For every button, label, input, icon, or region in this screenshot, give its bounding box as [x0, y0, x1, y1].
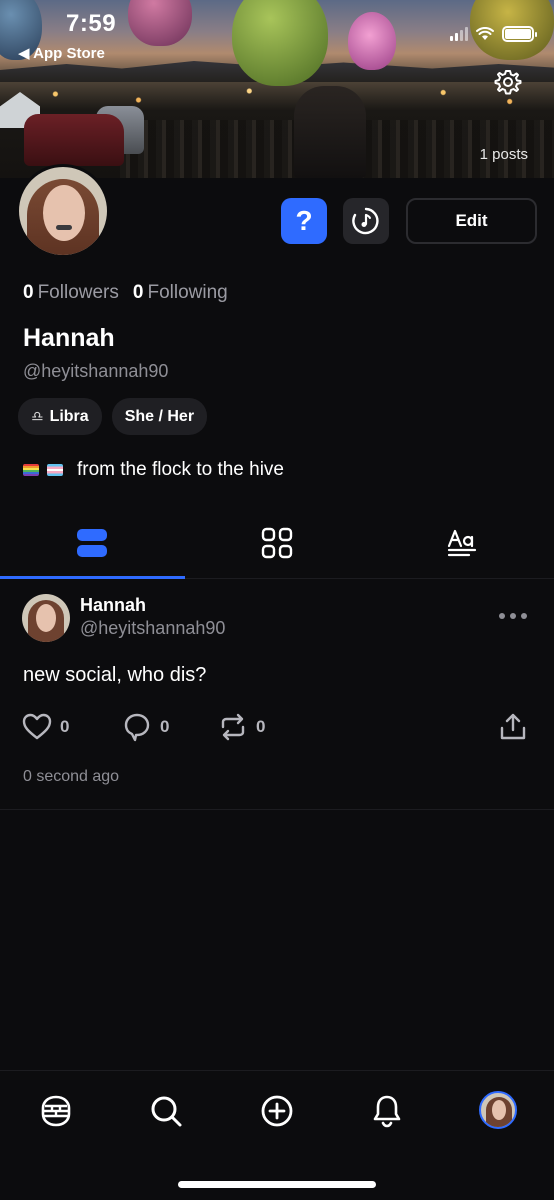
followers-link[interactable]: 0 Followers — [23, 282, 119, 304]
repost-count: 0 — [256, 717, 266, 736]
bio-text: from the flock to the hive — [77, 459, 284, 480]
feed-icon — [77, 528, 108, 557]
post-author-handle: @heyitshannah90 — [80, 618, 226, 638]
edit-profile-button[interactable]: Edit — [406, 198, 537, 244]
nav-home[interactable] — [36, 1091, 76, 1131]
profile-chips: ♎ Libra She / Her — [18, 398, 208, 435]
follow-counts: 0 Followers 0 Following — [23, 282, 228, 304]
comment-count: 0 — [160, 717, 170, 736]
profile-tabs — [0, 507, 554, 579]
battery-icon — [502, 26, 537, 42]
grid-icon — [261, 527, 293, 558]
zodiac-chip: ♎ Libra — [18, 398, 102, 435]
zodiac-chip-label: Libra — [49, 407, 89, 425]
text-icon — [447, 529, 476, 556]
banner-car — [24, 114, 124, 166]
nav-notifications[interactable] — [367, 1091, 407, 1131]
tab-feed[interactable] — [0, 507, 185, 579]
banner-balloon — [128, 0, 192, 46]
post-author-name[interactable]: Hannah — [80, 595, 146, 616]
add-icon — [261, 1095, 293, 1127]
tab-text[interactable] — [369, 507, 554, 578]
rainbow-flag-icon — [23, 464, 39, 476]
banner-balloon — [232, 0, 328, 86]
banner-balloon — [348, 12, 396, 70]
transgender-flag-icon — [47, 464, 63, 476]
music-disc-icon — [352, 207, 379, 235]
profile-handle: @heyitshannah90 — [23, 361, 169, 381]
following-link[interactable]: 0 Following — [133, 282, 228, 304]
hive-icon — [41, 1095, 71, 1127]
bell-icon — [373, 1095, 401, 1128]
following-label: Following — [147, 282, 228, 303]
post-author-avatar[interactable] — [22, 594, 70, 642]
pronouns-chip: She / Her — [111, 398, 208, 435]
search-icon — [151, 1096, 182, 1127]
wifi-icon — [476, 27, 494, 40]
settings-gear-icon[interactable] — [494, 68, 522, 96]
followers-count: 0 — [23, 282, 34, 303]
like-button[interactable]: 0 — [22, 710, 69, 744]
post-text: new social, who dis? — [23, 664, 207, 686]
pronouns-chip-label: She / Her — [124, 407, 195, 425]
like-count: 0 — [60, 717, 70, 736]
posts-count: 1 posts — [479, 146, 528, 163]
post-actions: 0 0 0 — [22, 710, 532, 744]
profile-bio: from the flock to the hive — [23, 459, 284, 481]
post-timestamp: 0 second ago — [23, 768, 120, 785]
signal-icon — [450, 27, 468, 41]
comment-button[interactable]: 0 — [122, 710, 169, 744]
repost-button[interactable]: 0 — [218, 710, 265, 744]
back-to-app-store[interactable]: ◀ App Store — [18, 44, 105, 62]
status-time: 7:59 — [66, 10, 117, 37]
profile-avatar[interactable] — [16, 164, 110, 258]
nav-search[interactable] — [146, 1091, 186, 1131]
repost-icon — [221, 713, 245, 741]
banner-people — [294, 86, 366, 178]
home-indicator[interactable] — [178, 1181, 376, 1188]
following-count: 0 — [132, 282, 144, 303]
nav-profile-avatar[interactable] — [479, 1091, 517, 1129]
profile-name: Hannah — [23, 324, 115, 352]
profile-music-button[interactable] — [343, 198, 389, 244]
share-button[interactable] — [498, 710, 528, 744]
post-card[interactable]: Hannah @heyitshannah90 new social, who d… — [0, 580, 554, 810]
status-indicators — [450, 26, 537, 42]
nav-create[interactable] — [257, 1091, 297, 1131]
share-icon — [500, 713, 526, 740]
banner-lights — [0, 82, 554, 112]
libra-icon: ♎ — [31, 408, 44, 424]
help-button[interactable]: ? — [281, 198, 327, 244]
heart-icon — [22, 713, 52, 740]
followers-label: Followers — [37, 282, 119, 303]
tab-grid[interactable] — [185, 507, 370, 578]
comment-bubble-icon — [124, 713, 150, 742]
post-more-options-icon[interactable] — [494, 604, 532, 628]
